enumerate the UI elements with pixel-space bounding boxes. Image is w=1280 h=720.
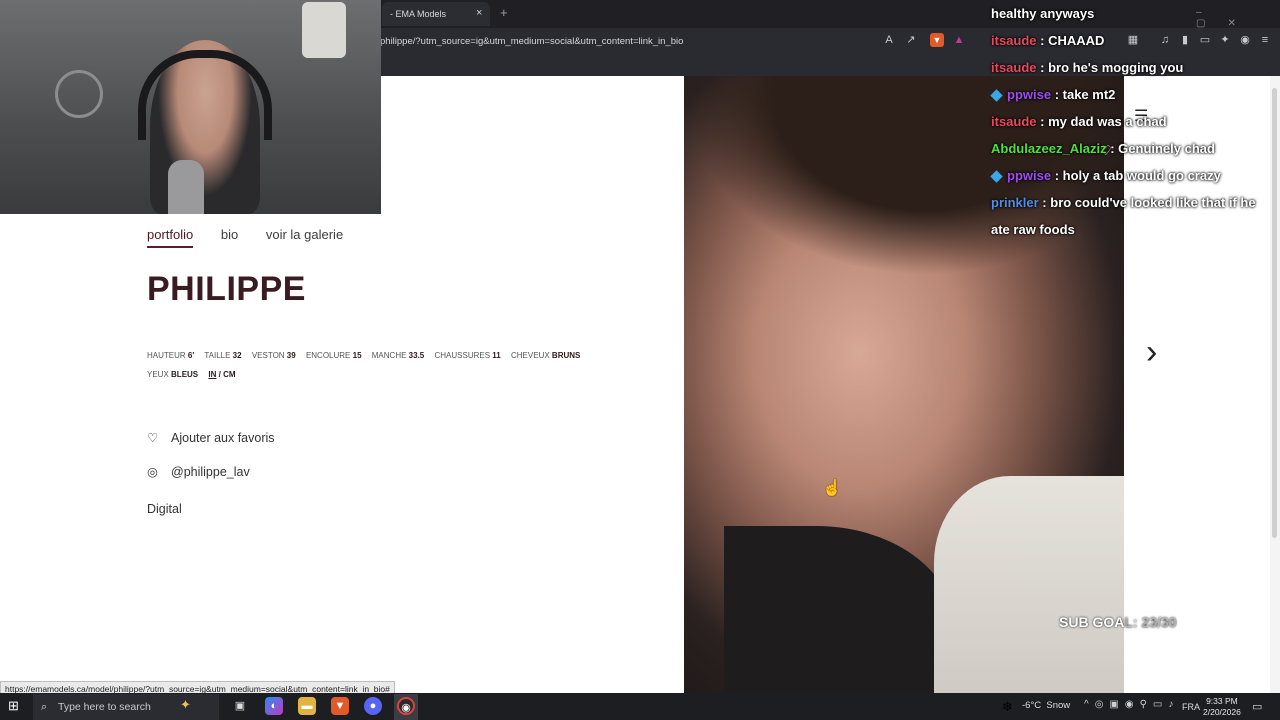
task-view-icon[interactable]: ▣	[231, 697, 249, 715]
chat-message: ppwise : take mt2	[990, 81, 1280, 108]
page-title: PHILIPPE	[147, 270, 306, 308]
share-icon[interactable]: ↗	[904, 33, 918, 47]
measure-eyes: YEUX BLEUS	[147, 370, 199, 379]
chat-message: healthy anyways	[991, 0, 1280, 27]
taskbar-clock[interactable]: 9:33 PM 2/20/2026	[1203, 696, 1241, 718]
notification-icon[interactable]: ▭	[1252, 700, 1262, 713]
webcam-microphone	[168, 160, 204, 214]
instagram-link[interactable]: ◎ @philippe_lav	[147, 464, 250, 479]
rewards-icon[interactable]: ▲	[952, 33, 966, 47]
system-tray[interactable]: ^◎▣◉⚲▭♪	[1084, 699, 1179, 710]
instagram-icon: ◎	[147, 465, 158, 479]
search-icon: ⌕	[41, 701, 48, 713]
chat-message: ate raw foods	[991, 216, 1280, 243]
windows-start-icon[interactable]: ⊞	[8, 699, 22, 713]
weather[interactable]: -6°C Snow	[1000, 700, 1070, 711]
taskbar-search-input[interactable]: Type here to search	[33, 694, 219, 720]
tab-gallery[interactable]: voir la galerie	[266, 227, 343, 242]
copilot-app-icon[interactable]: ◐	[265, 697, 283, 715]
measure-shoes: CHAUSSURES 11	[434, 351, 501, 360]
measure-jacket: VESTON 39	[251, 351, 296, 360]
chat-text: bro he's mogging you	[1048, 60, 1184, 75]
measure-hair: CHEVEUX BRUNS	[511, 351, 581, 360]
chat-username: prinkler	[991, 195, 1039, 210]
chat-text: my dad was a chad	[1048, 114, 1167, 129]
model-nav: portfolio bio voir la galerie	[147, 227, 367, 248]
chat-username: itsaude	[991, 114, 1037, 129]
tab-portfolio[interactable]: portfolio	[147, 227, 194, 248]
tab-bio[interactable]: bio	[221, 227, 238, 242]
instagram-handle: @philippe_lav	[171, 465, 250, 479]
digital-link[interactable]: Digital	[147, 502, 182, 516]
webcam-protein-tub	[302, 2, 346, 58]
photo-shirt	[934, 476, 1124, 693]
chat-username: itsaude	[991, 33, 1037, 48]
file-explorer-icon[interactable]: ▬	[298, 697, 316, 715]
chat-message: itsaude : my dad was a chad	[991, 114, 1167, 129]
language-indicator[interactable]: FRA	[1182, 702, 1200, 712]
chat-badge-icon	[990, 89, 1003, 102]
chat-text: take mt2	[1062, 87, 1116, 102]
webcam-fan	[55, 70, 103, 118]
chat-badge-icon	[990, 170, 1003, 183]
tab-close-icon[interactable]: ×	[476, 7, 482, 19]
chat-username: Abdulazeez_Alaziz	[991, 141, 1107, 156]
unit-toggle[interactable]: IN / CM	[208, 370, 235, 379]
heart-icon: ♡	[147, 431, 159, 445]
measure-sleeve: MANCHE 33.5	[371, 351, 425, 360]
browser-tab[interactable]: - EMA Models	[382, 2, 490, 26]
add-favorite-button[interactable]: ♡ Ajouter aux favoris	[147, 430, 275, 445]
stream-chat: healthy anyways itsaude : CHAAAD itsaude :…	[990, 0, 1280, 243]
discord-icon[interactable]: ●	[364, 697, 382, 715]
chat-message: itsaude : bro he's mogging you	[991, 60, 1184, 75]
chat-text: bro could've looked like that if he	[1050, 195, 1256, 210]
chat-message: Abdulazeez_Alaziz : Genuinely chad	[991, 141, 1215, 156]
measurements: HAUTEUR 6' TAILLE 32 VESTON 39 ENCOLURE …	[147, 346, 617, 384]
chat-text: holy a tab would go crazy	[1062, 168, 1221, 183]
chat-text: healthy anyways	[991, 6, 1095, 21]
measure-waist: TAILLE 32	[204, 351, 242, 360]
webcam-overlay	[0, 0, 381, 214]
chat-username: ppwise	[1007, 168, 1052, 183]
chat-username: ppwise	[1007, 87, 1052, 102]
chat-message: prinkler : bro could've looked like that…	[991, 195, 1256, 210]
copilot-sparkle-icon[interactable]: ✦	[180, 697, 191, 713]
measure-neck: ENCOLURE 15	[305, 351, 362, 360]
chat-text: Genuinely chad	[1118, 141, 1215, 156]
chat-message: ppwise : holy a tab would go crazy	[990, 162, 1280, 189]
chat-username: itsaude	[991, 60, 1037, 75]
chat-text: ate raw foods	[991, 222, 1075, 237]
brave-browser-icon[interactable]: ▼	[331, 697, 349, 715]
photo-jacket	[724, 526, 954, 693]
new-tab-button[interactable]: +	[500, 5, 508, 20]
tab-title: - EMA Models	[390, 9, 447, 19]
chat-text: CHAAAD	[1048, 33, 1105, 48]
measure-height: HAUTEUR 6'	[147, 351, 195, 360]
mouse-cursor-icon: ☝	[822, 480, 842, 497]
brave-shield-icon[interactable]: ▼	[930, 33, 944, 47]
favorite-label: Ajouter aux favoris	[171, 431, 275, 445]
next-arrow-icon[interactable]: ›	[1146, 335, 1170, 369]
obs-icon[interactable]: ◉	[397, 697, 415, 715]
translate-icon[interactable]: A	[882, 33, 896, 47]
chat-message: itsaude : CHAAAD	[991, 33, 1105, 48]
sub-goal: SUB GOAL: 23/30	[1059, 614, 1177, 630]
